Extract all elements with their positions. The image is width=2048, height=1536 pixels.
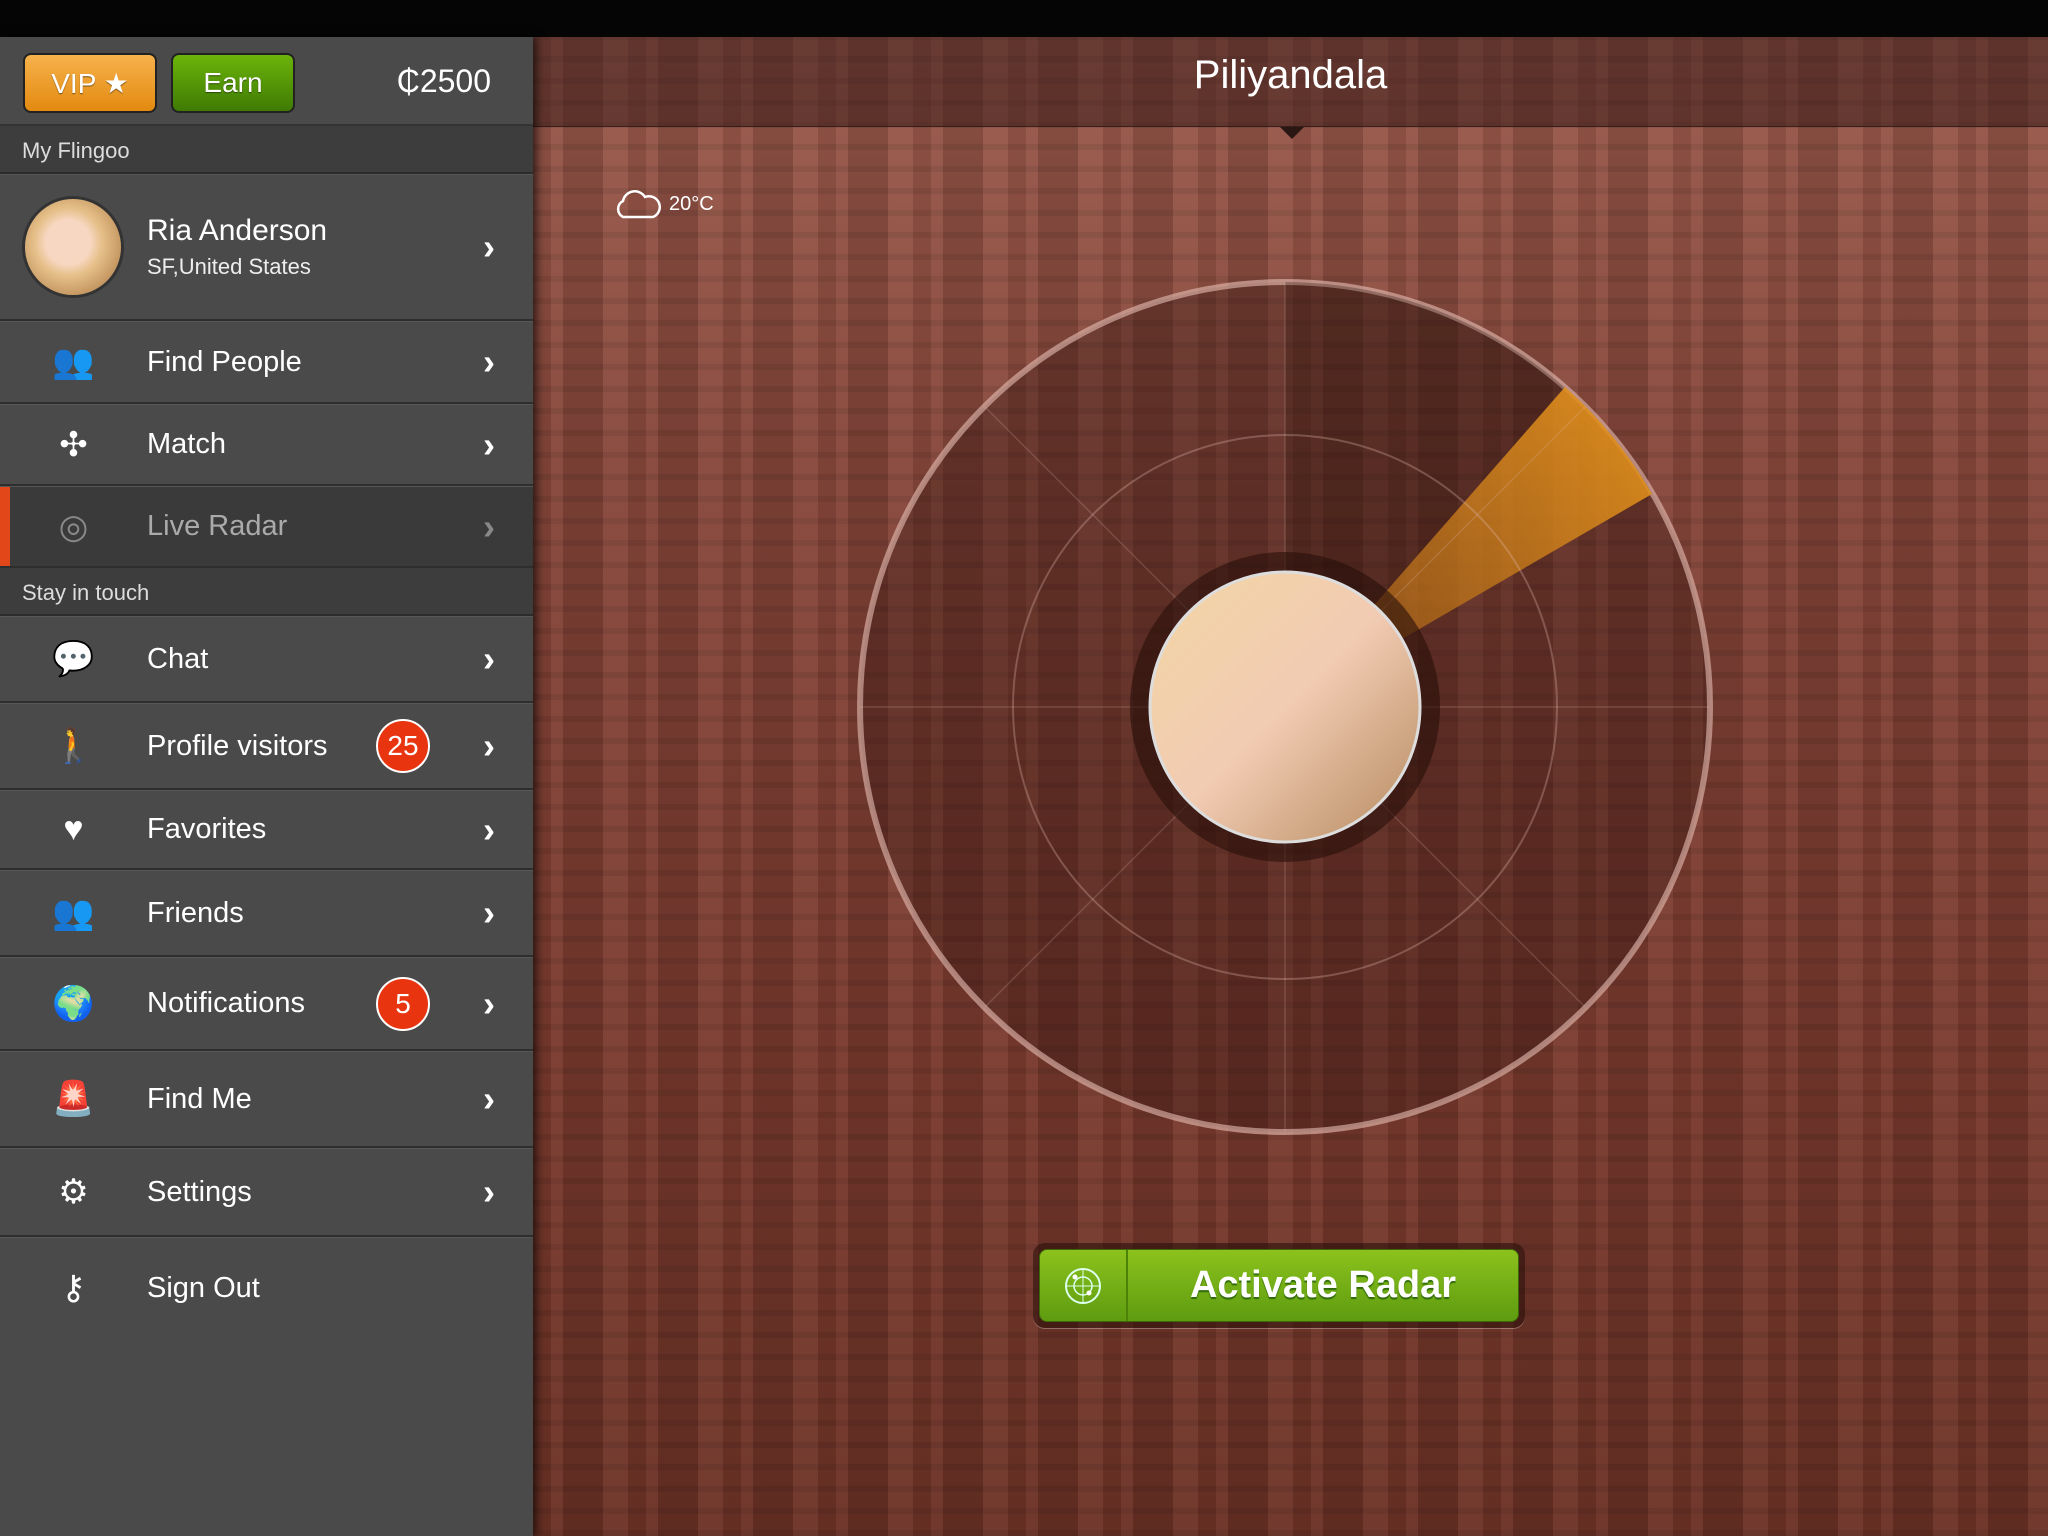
radar-view: Piliyandala 20°C Activate Radar	[533, 37, 2048, 1536]
sidebar-item-favorites[interactable]: ♥ Favorites ›	[0, 790, 533, 870]
chevron-right-icon: ›	[483, 226, 495, 267]
chevron-right-icon: ›	[483, 1078, 495, 1119]
earn-button[interactable]: Earn	[171, 53, 295, 113]
chevron-right-icon: ›	[483, 341, 495, 382]
temperature: 20°C	[669, 192, 714, 215]
avatar	[25, 199, 121, 295]
gear-icon: ⚙	[58, 1173, 89, 1211]
sidebar-item-profile-visitors[interactable]: 🚶 Profile visitors 25 ›	[0, 703, 533, 790]
sidebar-item-chat[interactable]: 💬 Chat ›	[0, 616, 533, 703]
heart-icon: ♥	[63, 810, 84, 848]
globe-icon: 🌍	[52, 984, 95, 1023]
sidebar-item-label: Find Me	[147, 1082, 252, 1115]
puzzle-icon: ✣	[59, 425, 88, 464]
sidebar-item-label: Settings	[147, 1175, 252, 1208]
siren-icon: 🚨	[52, 1080, 95, 1118]
header-bar: Piliyandala	[533, 37, 2048, 139]
profile-row[interactable]: Ria Anderson SF,United States ›	[0, 174, 533, 321]
section-header-my-flingoo: My Flingoo	[0, 126, 533, 174]
profile-name: Ria Anderson	[147, 214, 328, 247]
sidebar-item-find-people[interactable]: 👥 Find People ›	[0, 321, 533, 404]
activate-radar-button[interactable]: Activate Radar	[1039, 1249, 1519, 1322]
sidebar-item-label: Friends	[147, 896, 244, 929]
vip-button[interactable]: VIP ★	[23, 53, 157, 113]
sidebar-item-friends[interactable]: 👥 Friends ›	[0, 870, 533, 957]
radar-user-avatar	[1148, 570, 1422, 844]
sidebar-top-row: VIP ★ Earn ₵2500	[0, 37, 533, 126]
chevron-right-icon: ›	[483, 1171, 495, 1212]
sidebar-item-live-radar[interactable]: ◎ Live Radar ›	[0, 486, 533, 568]
sidebar-item-find-me[interactable]: 🚨 Find Me ›	[0, 1051, 533, 1148]
chat-bubble-icon: 💬	[52, 640, 95, 678]
chevron-right-icon: ›	[483, 505, 495, 547]
sidebar-item-label: Notifications	[147, 987, 305, 1019]
find-people-icon: 👥	[52, 343, 95, 381]
status-bar	[0, 0, 2048, 37]
sidebar-item-label: Find People	[147, 345, 302, 378]
sidebar-item-sign-out[interactable]: ⚷ Sign Out	[0, 1237, 533, 1338]
chevron-right-icon: ›	[483, 808, 495, 850]
sidebar-item-label: Match	[147, 428, 226, 460]
sidebar: VIP ★ Earn ₵2500 My Flingoo Ria Anderson…	[0, 37, 533, 1536]
sidebar-item-label: Favorites	[147, 813, 267, 845]
page-title: Piliyandala	[1193, 53, 1388, 97]
radar-icon: ◎	[58, 507, 89, 546]
sidebar-item-label: Profile visitors	[147, 729, 328, 762]
chevron-right-icon: ›	[483, 982, 495, 1024]
notifications-count-badge: 5	[376, 976, 430, 1031]
chevron-right-icon: ›	[483, 423, 495, 465]
cloud-icon	[616, 190, 662, 219]
header-pointer	[1280, 127, 1304, 139]
sidebar-item-notifications[interactable]: 🌍 Notifications 5 ›	[0, 957, 533, 1051]
coin-balance: ₵2500	[396, 63, 491, 99]
key-icon: ⚷	[61, 1269, 86, 1307]
walking-person-icon: 🚶	[52, 727, 95, 765]
sidebar-item-label: Sign Out	[147, 1271, 260, 1304]
chevron-right-icon: ›	[483, 892, 495, 933]
friends-icon: 👥	[52, 894, 95, 932]
sidebar-item-match[interactable]: ✣ Match ›	[0, 404, 533, 486]
radar-display	[857, 279, 1713, 1135]
sidebar-item-label: Chat	[147, 642, 209, 675]
activate-radar-button-frame: Activate Radar	[1033, 1243, 1525, 1328]
weather-widget: 20°C	[611, 187, 714, 221]
radar-icon	[1065, 1267, 1101, 1304]
section-header-stay-in-touch: Stay in touch	[0, 568, 533, 616]
profile-location: SF,United States	[147, 254, 311, 279]
chevron-right-icon: ›	[483, 638, 495, 679]
chevron-right-icon: ›	[483, 725, 495, 766]
sidebar-item-settings[interactable]: ⚙ Settings ›	[0, 1148, 533, 1237]
sidebar-item-label: Live Radar	[147, 510, 288, 542]
activate-radar-label: Activate Radar	[1189, 1264, 1457, 1306]
visitors-count-badge: 25	[376, 719, 430, 773]
